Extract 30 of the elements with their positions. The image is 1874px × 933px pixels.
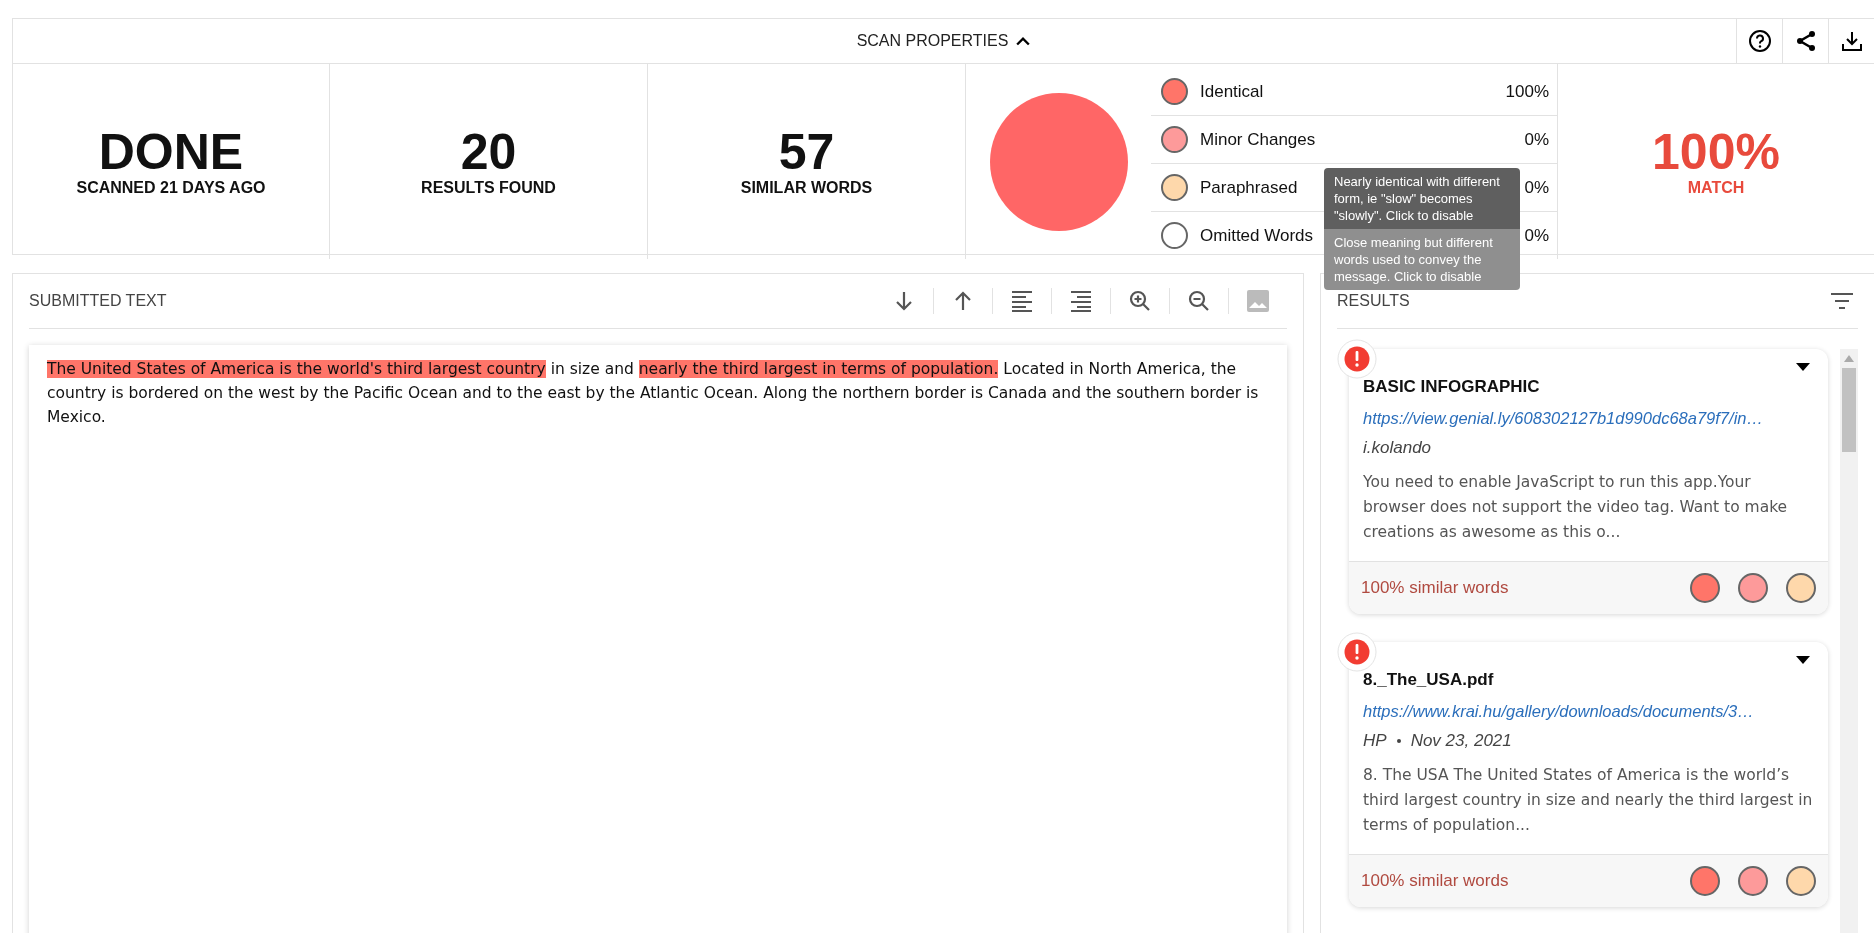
legend-percent: 0%: [1524, 225, 1549, 246]
match-label: MATCH: [1687, 178, 1745, 197]
stat-value: 20: [460, 126, 517, 179]
legend-percent: 0%: [1524, 129, 1549, 150]
panel-title: RESULTS: [1337, 292, 1410, 310]
panel-title: SUBMITTED TEXT: [29, 292, 167, 310]
stat-value: DONE: [98, 126, 244, 179]
stat-label: SCANNED 21 DAYS AGO: [76, 178, 266, 197]
legend-percent: 100%: [1505, 81, 1549, 102]
legend-label: Minor Changes: [1200, 129, 1316, 150]
legend-percent: 0%: [1524, 177, 1549, 198]
tooltip: Close meaning but different words used to convey the message. Click to disable: [1324, 229, 1520, 290]
result-title: BASIC INFOGRAPHIC: [1363, 377, 1541, 397]
match-percent: 100%: [1652, 126, 1780, 179]
submitted-text: The United States of America is the world's third largest country in size and nearly the third largest in terms of population. Located in North America, the country is bordered on the west by the Pacific Ocean and to the east by the Atlantic Ocean. Along the northern border is Canada and the southern border is Mexico.: [47, 359, 1260, 428]
legend-label: Omitted Words: [1200, 225, 1314, 246]
similarity-text: 100% similar words: [1361, 578, 1509, 598]
tooltip: Nearly identical with different form, ie "slow" becomes "slowly". Click to disable: [1324, 168, 1520, 229]
stat-label: RESULTS FOUND: [421, 178, 556, 197]
legend-label: Paraphrased: [1200, 177, 1298, 198]
stat-label: SIMILAR WORDS: [740, 178, 873, 197]
result-author: HP: [1363, 731, 1387, 751]
result-author: i.kolando: [1363, 438, 1432, 458]
stat-value: 57: [778, 126, 835, 179]
similarity-text: 100% similar words: [1361, 871, 1509, 891]
result-date: Nov 23, 2021: [1410, 731, 1512, 751]
result-title: 8._The_USA.pdf: [1363, 670, 1495, 690]
result-snippet: You need to enable JavaScript to run this app.Your browser does not support the video tag. Want to make creations as awesome as this o...: [1363, 472, 1789, 543]
result-snippet: 8. The USA The United States of America is the world’s third largest country in size and nearly the third largest in terms of population...: [1363, 765, 1814, 836]
legend-label: Identical: [1200, 81, 1264, 102]
